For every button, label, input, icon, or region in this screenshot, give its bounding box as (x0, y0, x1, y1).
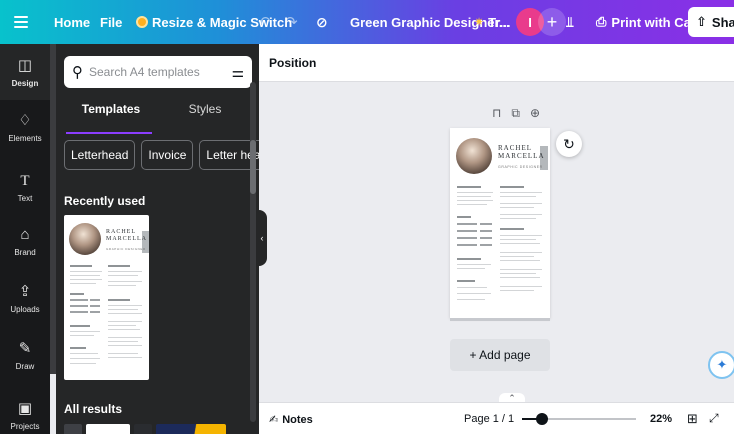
search-box: ⚲ ⚌ (64, 56, 252, 88)
notes-label: Notes (282, 413, 313, 426)
menu-icon[interactable] (14, 0, 30, 44)
panel-scrollbar-track[interactable] (250, 82, 256, 422)
chip-invoice[interactable]: Invoice (141, 140, 194, 170)
rail-label: Draw (15, 362, 35, 371)
crown-icon (136, 16, 148, 28)
home-button[interactable]: Home (54, 0, 90, 44)
design-page[interactable]: RACHEL MARCELLA GRAPHIC DESIGNER (450, 128, 550, 318)
zoom-percentage[interactable]: 22% (650, 413, 672, 425)
notes-icon: ✍ (269, 414, 279, 426)
rail-item-brand[interactable]: ⌂ Brand (0, 226, 50, 257)
rail-item-uploads[interactable]: ⇪ Uploads (0, 283, 50, 314)
notes-button[interactable]: ✍ Notes (269, 413, 313, 427)
context-toolbar: Position (259, 44, 734, 82)
resume-first-name: RACHEL (106, 229, 136, 235)
shapes-icon: ♢ (18, 112, 32, 129)
fullscreen-icon[interactable]: ⤢ (709, 411, 719, 426)
rail-label: Elements (8, 134, 42, 143)
result-thumbnail[interactable] (86, 424, 130, 434)
rail-item-text[interactable]: T Text (0, 172, 50, 203)
recent-template-thumbnail[interactable]: RACHEL MARCELLA GRAPHIC DESIGNER (64, 215, 149, 380)
add-page-button[interactable]: + Add page (450, 339, 550, 371)
all-results-thumbnails (64, 424, 252, 434)
magic-assistant-icon[interactable]: ✦ (708, 351, 734, 379)
upload-cloud-icon: ⇪ (18, 283, 32, 300)
add-collaborator-icon[interactable]: + (538, 8, 566, 36)
rail-item-draw[interactable]: ✎ Draw (0, 340, 50, 371)
page-counter[interactable]: Page 1 / 1 (464, 413, 514, 425)
pen-icon: ✎ (18, 340, 32, 357)
category-chips: Letterhead Invoice Letter head › (64, 140, 259, 170)
resume-job: GRAPHIC DESIGNER (106, 247, 146, 251)
panel-tabs: Templates Styles (64, 102, 252, 134)
zoom-slider-knob[interactable] (536, 413, 548, 425)
folder-icon: ▣ (17, 400, 33, 417)
resume-last-name: MARCELLA (106, 236, 147, 242)
rail-label: Projects (10, 422, 40, 431)
lock-icon[interactable]: ⊓ (492, 106, 501, 121)
tab-templates[interactable]: Templates (64, 102, 158, 134)
zoom-slider-remaining[interactable] (542, 418, 636, 420)
search-icon: ⚲ (72, 64, 83, 81)
brand-icon: ⌂ (20, 226, 30, 243)
page-selection-indicator (450, 318, 550, 321)
star-icon: ✷ (474, 15, 485, 29)
rail-item-projects[interactable]: ▣ Projects (0, 400, 50, 431)
file-menu-button[interactable]: File (100, 0, 122, 44)
position-button[interactable]: Position (269, 56, 316, 70)
bottom-bar: ✍ Notes Page 1 / 1 22% ⊞ ⤢ (259, 402, 734, 434)
collapse-panel-button[interactable]: ‹ (257, 210, 267, 266)
redo-icon[interactable]: ↷ (285, 0, 298, 44)
refresh-icon[interactable]: ↻ (556, 131, 582, 157)
recently-used-heading: Recently used (64, 194, 146, 208)
share-button[interactable]: ⇧ Shar (688, 7, 734, 37)
truck-icon: ⎙ (596, 14, 607, 29)
result-thumbnail[interactable] (64, 424, 82, 434)
try-pro-button[interactable]: ✷ Tr... (474, 0, 510, 44)
duplicate-icon[interactable]: ⧉ (511, 106, 520, 121)
search-input[interactable] (89, 65, 209, 79)
resume-first-name: RACHEL (498, 144, 532, 152)
filter-icon[interactable]: ⚌ (231, 64, 244, 81)
layout-icon: ◫ (17, 57, 33, 74)
page-tools: ⊓ ⧉ ⊕ (492, 106, 540, 121)
templates-panel: ⚲ ⚌ Templates Styles Letterhead Invoice … (56, 44, 259, 434)
resume-photo (456, 138, 492, 174)
resume-job: GRAPHIC DESIGNER (498, 165, 543, 169)
text-icon: T (20, 173, 30, 189)
rail-item-design[interactable]: ◫ Design (0, 44, 50, 100)
upload-icon: ⇧ (696, 14, 707, 29)
result-thumbnail[interactable] (156, 424, 226, 434)
analytics-icon[interactable]: ⫫ (566, 0, 574, 44)
rail-label: Design (11, 79, 39, 88)
cloud-saved-icon[interactable]: ⊘ (316, 0, 328, 44)
resize-label: Resize & Magic Switch (152, 14, 293, 30)
resume-photo (69, 223, 101, 255)
rail-label: Brand (14, 248, 36, 257)
grid-view-icon[interactable]: ⊞ (687, 411, 698, 427)
chip-letterhead[interactable]: Letterhead (64, 140, 136, 170)
all-results-heading: All results (64, 402, 123, 416)
undo-icon[interactable]: ↶ (258, 0, 271, 44)
share-label: Shar (711, 14, 734, 30)
rail-label: Text (17, 194, 33, 203)
rail-item-elements[interactable]: ♢ Elements (0, 112, 50, 143)
rail-label: Uploads (10, 305, 40, 314)
try-pro-label: Tr... (488, 14, 511, 30)
add-page-icon[interactable]: ⊕ (530, 106, 540, 121)
tab-styles[interactable]: Styles (158, 102, 252, 128)
left-nav-rail: ◫ Design ♢ Elements T Text ⌂ Brand ⇪ Upl… (0, 44, 50, 434)
result-thumbnail[interactable] (134, 424, 152, 434)
resume-last-name: MARCELLA (498, 152, 545, 160)
panel-scrollbar-thumb[interactable] (250, 140, 256, 194)
top-toolbar: Home File Resize & Magic Switch ↶ ↷ ⊘ Gr… (0, 0, 734, 44)
